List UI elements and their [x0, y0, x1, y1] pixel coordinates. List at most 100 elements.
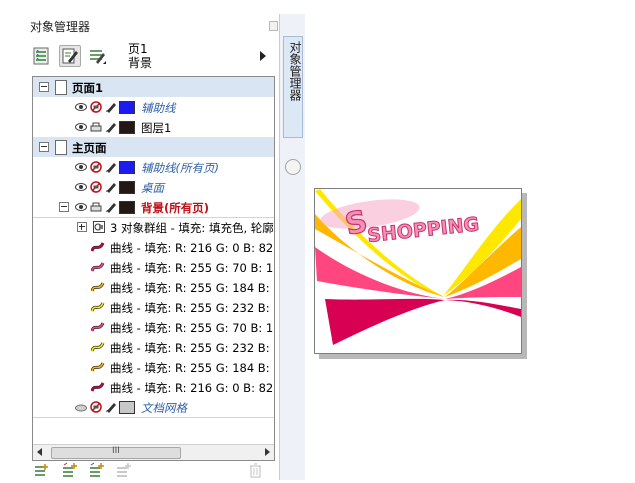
horizontal-scrollbar[interactable]: III — [33, 444, 274, 460]
curve-row[interactable]: 曲线 - 填充: R: 255 G: 184 B: 0 ( — [33, 277, 274, 297]
eye-icon[interactable] — [75, 101, 87, 113]
layer-row[interactable]: 桌面 — [33, 177, 274, 197]
curve-icon — [90, 301, 105, 313]
object-tree: 页面1 辅助线图层1 主页面辅助线(所有页) 桌面背景(所有页) 3 对象群组 - 填充… — [32, 76, 275, 461]
current-layer-label: 背景 — [128, 56, 153, 70]
new-master-layer-odd-pages-icon — [115, 462, 132, 479]
group-row-label: 3 对象群组 - 填充: 填充色, 轮廓 — [110, 221, 274, 235]
edit-across-layers-icon[interactable] — [59, 45, 81, 67]
pencil-edit-icon[interactable] — [105, 161, 117, 173]
expand-icon[interactable] — [77, 222, 87, 232]
layer-manager-view-icon[interactable] — [87, 46, 107, 66]
no-print-icon[interactable] — [90, 101, 102, 113]
curve-row-label: 曲线 - 填充: R: 216 G: 0 B: 82 (# — [110, 241, 275, 255]
eye-icon[interactable] — [75, 161, 87, 173]
group-icon — [93, 221, 105, 233]
layer-row-label: 图层1 — [141, 121, 172, 135]
curve-row[interactable]: 曲线 - 填充: R: 216 G: 0 B: 82 (# — [33, 377, 274, 397]
scrollbar-grip: III — [112, 446, 120, 456]
curve-row[interactable]: 曲线 - 填充: R: 255 G: 70 B: 128 — [33, 257, 274, 277]
collapse-icon[interactable] — [39, 82, 49, 92]
layer-row[interactable]: 辅助线 — [33, 97, 274, 117]
layer-row[interactable]: 辅助线(所有页) — [33, 157, 274, 177]
page-row-label: 页面1 — [72, 81, 104, 95]
hidden-eye-icon[interactable] — [75, 401, 87, 413]
curve-icon — [90, 321, 105, 333]
pencil-edit-icon[interactable] — [105, 201, 117, 213]
curve-row-label: 曲线 - 填充: R: 216 G: 0 B: 82 (# — [110, 381, 275, 395]
layer-color-swatch[interactable] — [119, 401, 135, 414]
layer-row[interactable]: 文档网格 — [33, 397, 274, 418]
bottom-toolbar — [31, 462, 275, 480]
docker-side-tabs: 对象管理器 — [279, 14, 305, 480]
layer-color-swatch[interactable] — [119, 201, 135, 214]
eye-icon[interactable] — [75, 181, 87, 193]
curve-row[interactable]: 曲线 - 填充: R: 255 G: 232 B: 0 ( — [33, 297, 274, 317]
page-icon — [55, 80, 67, 95]
flyout-menu-arrow-icon[interactable] — [260, 51, 266, 61]
pencil-edit-icon[interactable] — [105, 101, 117, 113]
show-properties-icon[interactable] — [31, 46, 51, 66]
pencil-edit-icon[interactable] — [105, 401, 117, 413]
tab-object-manager[interactable]: 对象管理器 — [283, 36, 303, 138]
scroll-left-icon[interactable] — [37, 448, 42, 456]
layer-row-label: 辅助线 — [141, 101, 176, 115]
layer-row-label: 桌面 — [141, 181, 164, 195]
curve-row-label: 曲线 - 填充: R: 255 G: 70 B: 128 — [110, 261, 275, 275]
collapse-icon[interactable] — [59, 202, 69, 212]
magenta-ribbon-right — [445, 299, 521, 317]
group-row[interactable]: 3 对象群组 - 填充: 填充色, 轮廓 — [33, 217, 274, 237]
toolbar: 页1 背景 — [31, 42, 275, 74]
layer-color-swatch[interactable] — [119, 161, 135, 174]
no-print-icon[interactable] — [90, 401, 102, 413]
layer-color-swatch[interactable] — [119, 121, 135, 134]
page-row[interactable]: 页面1 — [33, 77, 274, 97]
curve-row-label: 曲线 - 填充: R: 255 G: 70 B: 128 — [110, 321, 275, 335]
curve-icon — [90, 281, 105, 293]
curve-icon — [90, 361, 105, 373]
docker-scroll-circle-icon[interactable] — [285, 159, 301, 175]
curve-row-label: 曲线 - 填充: R: 255 G: 232 B: 0 ( — [110, 301, 275, 315]
page-row[interactable]: 主页面 — [33, 137, 274, 157]
printer-icon[interactable] — [90, 201, 102, 213]
document-canvas[interactable]: S SHOPPING — [314, 188, 522, 354]
page-icon — [55, 140, 67, 155]
printer-icon[interactable] — [90, 121, 102, 133]
new-master-layer-icon[interactable] — [61, 462, 78, 479]
curve-row-label: 曲线 - 填充: R: 255 G: 232 B: 0 ( — [110, 341, 275, 355]
no-print-icon[interactable] — [90, 181, 102, 193]
curve-row[interactable]: 曲线 - 填充: R: 216 G: 0 B: 82 (# — [33, 237, 274, 257]
layer-color-swatch[interactable] — [119, 181, 135, 194]
panel-minimize-button[interactable] — [269, 21, 278, 31]
scrollbar-thumb[interactable]: III — [51, 446, 181, 459]
eye-icon[interactable] — [75, 201, 87, 213]
delete-icon — [247, 462, 264, 479]
object-manager-panel: 对象管理器 页1 背景 页面1 辅助线图层1 主页面辅助线(所有页) 桌面背景(所有页… — [27, 14, 294, 480]
layer-row-label: 文档网格 — [141, 401, 187, 415]
new-master-layer-all-pages-icon[interactable] — [88, 462, 105, 479]
no-print-icon[interactable] — [90, 161, 102, 173]
layer-row[interactable]: 背景(所有页) — [33, 197, 274, 218]
layer-row-label: 辅助线(所有页) — [141, 161, 219, 175]
curve-row[interactable]: 曲线 - 填充: R: 255 G: 184 B: 0 ( — [33, 357, 274, 377]
curve-row[interactable]: 曲线 - 填充: R: 255 G: 70 B: 128 — [33, 317, 274, 337]
layer-row[interactable]: 图层1 — [33, 117, 274, 137]
pencil-edit-icon[interactable] — [105, 121, 117, 133]
curve-icon — [90, 341, 105, 353]
layer-color-swatch[interactable] — [119, 101, 135, 114]
pencil-edit-icon[interactable] — [105, 181, 117, 193]
tab-object-manager-label: 对象管理器 — [288, 41, 302, 101]
panel-title: 对象管理器 — [30, 20, 91, 34]
current-page-label: 页1 — [128, 42, 148, 56]
collapse-icon[interactable] — [39, 142, 49, 152]
new-layer-icon[interactable] — [33, 462, 50, 479]
curve-row-label: 曲线 - 填充: R: 255 G: 184 B: 0 ( — [110, 361, 275, 375]
curve-icon — [90, 241, 105, 253]
magenta-ribbon-left — [325, 298, 445, 345]
curve-icon — [90, 261, 105, 273]
curve-icon — [90, 381, 105, 393]
scroll-right-icon[interactable] — [265, 448, 270, 456]
curve-row[interactable]: 曲线 - 填充: R: 255 G: 232 B: 0 ( — [33, 337, 274, 357]
curve-row-label: 曲线 - 填充: R: 255 G: 184 B: 0 ( — [110, 281, 275, 295]
eye-icon[interactable] — [75, 121, 87, 133]
